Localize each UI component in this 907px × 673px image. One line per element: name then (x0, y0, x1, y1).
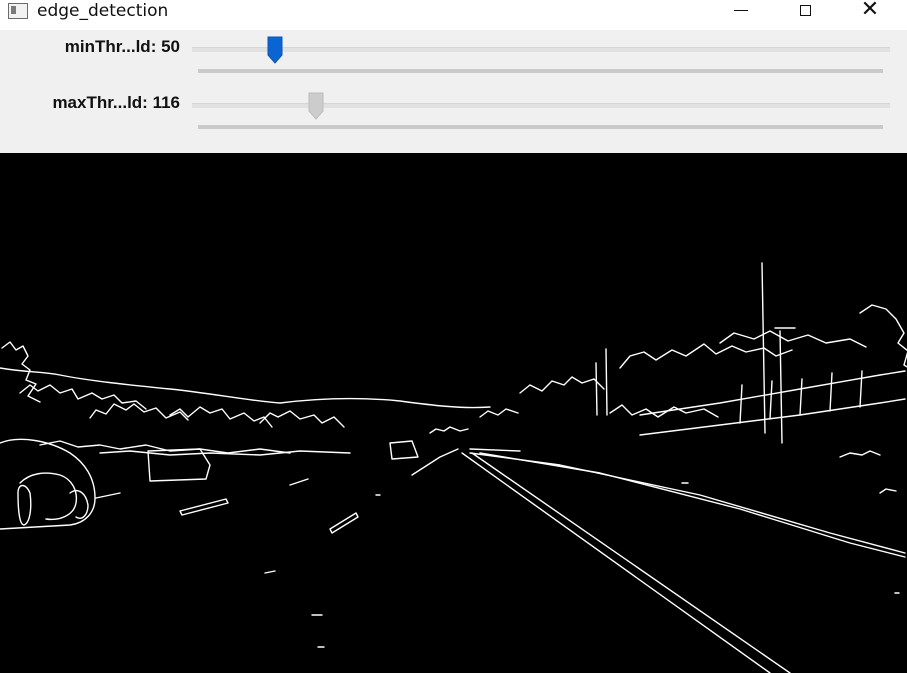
maximize-icon (799, 4, 811, 16)
minimize-icon (734, 9, 748, 11)
minimize-button[interactable] (718, 0, 764, 20)
app-window-icon (8, 3, 28, 19)
max-threshold-slider[interactable] (192, 88, 890, 129)
edge-detection-window: edge_detection ✕ minThr...ld: 50 maxThr.… (0, 0, 907, 673)
close-button[interactable]: ✕ (847, 0, 893, 22)
trackbar-panel: minThr...ld: 50 maxThr...ld: 116 (0, 30, 907, 153)
close-icon: ✕ (860, 0, 880, 22)
pole-edge (605, 348, 608, 416)
maximize-button[interactable] (782, 0, 828, 20)
title-bar[interactable]: edge_detection ✕ (0, 0, 907, 31)
min-threshold-slider[interactable] (192, 32, 890, 73)
window-title: edge_detection (37, 1, 169, 21)
min-threshold-thumb[interactable] (267, 36, 283, 64)
slider-tick-bar (198, 125, 883, 129)
slider-tick-bar (198, 69, 883, 73)
max-threshold-thumb[interactable] (308, 92, 324, 120)
max-threshold-label: maxThr...ld: 116 (52, 93, 180, 112)
min-threshold-label: minThr...ld: 50 (64, 37, 180, 56)
slider-groove[interactable] (192, 103, 890, 108)
slider-groove[interactable] (192, 47, 890, 52)
pole-edge (595, 362, 598, 416)
edge-image (0, 153, 907, 673)
